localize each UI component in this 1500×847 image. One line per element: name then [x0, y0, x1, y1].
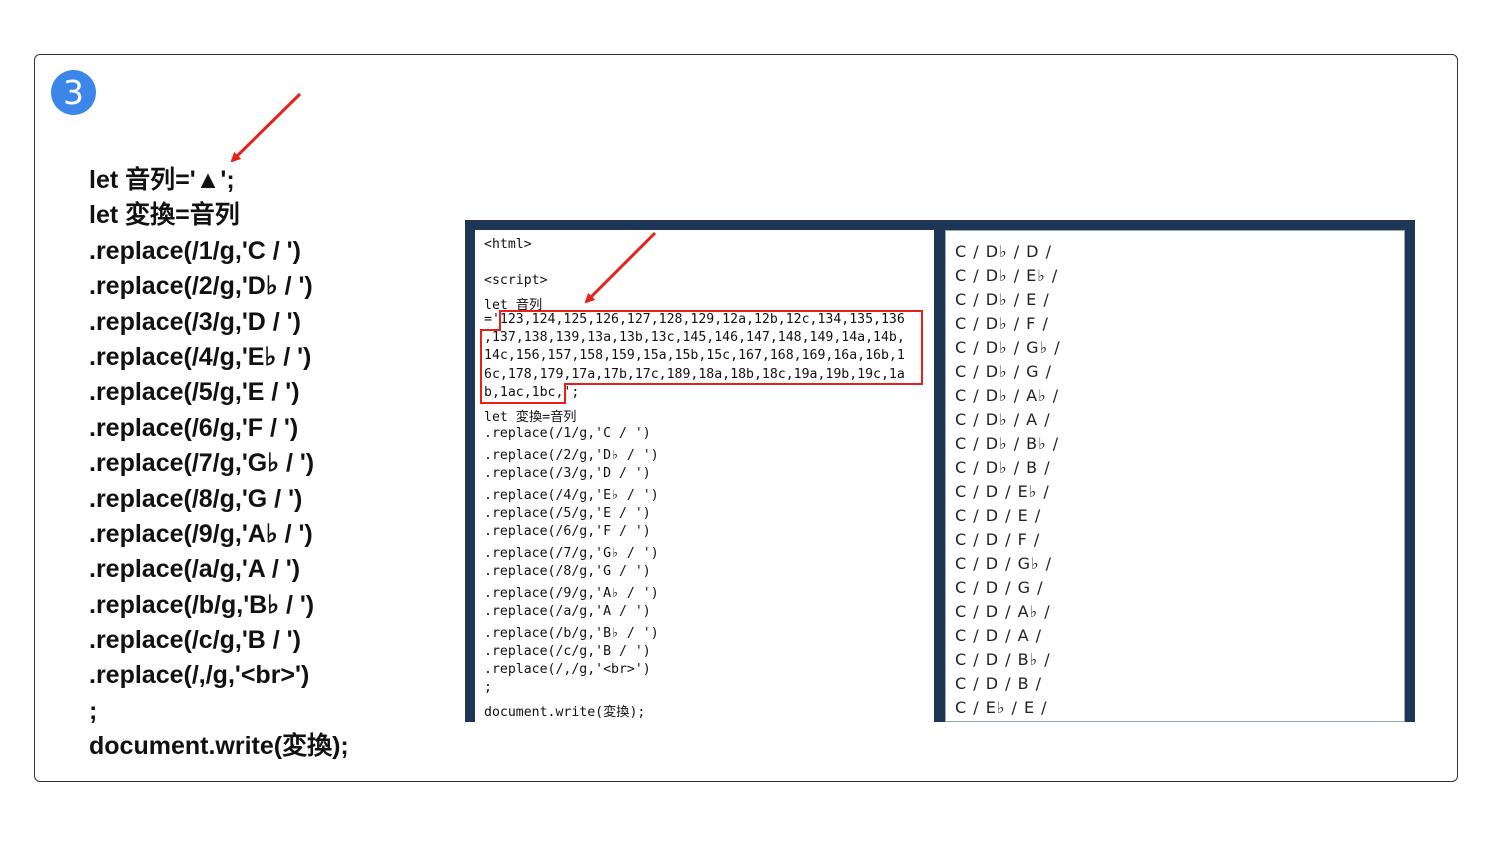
highlight-box	[480, 310, 923, 404]
annotation-layer	[230, 92, 923, 404]
arrow-icon-left	[230, 92, 302, 163]
arrow-icon-editor	[584, 231, 657, 304]
